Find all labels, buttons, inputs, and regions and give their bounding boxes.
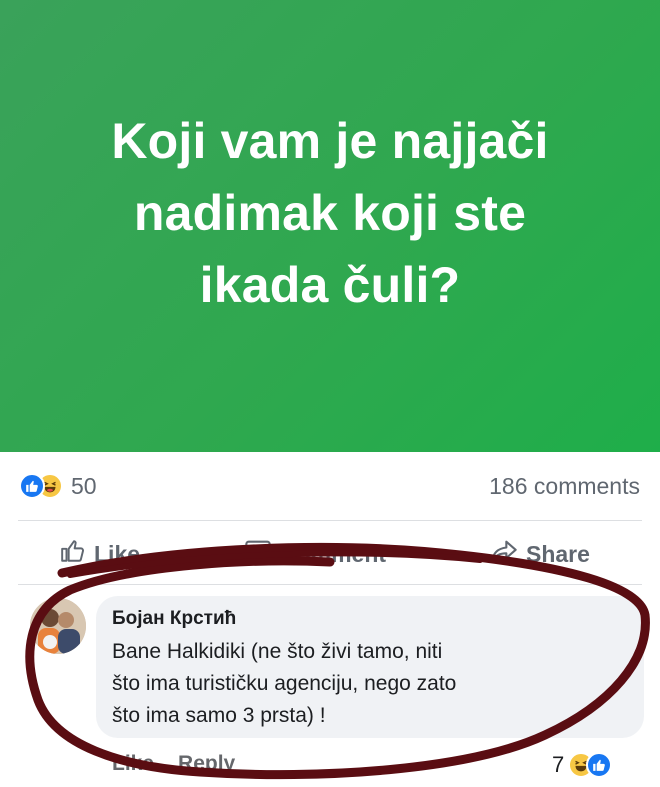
post-banner: Koji vam je najjači nadimak koji ste ika… — [0, 0, 660, 452]
comment-button[interactable]: Comment — [244, 537, 386, 571]
divider-bottom — [18, 584, 642, 585]
reaction-count[interactable]: 50 — [71, 473, 97, 500]
comments-count[interactable]: 186 comments — [489, 473, 640, 500]
reaction-summary[interactable]: 50 186 comments — [0, 466, 660, 506]
comment-reactions[interactable]: 7 — [552, 752, 613, 778]
like-button[interactable]: Like — [60, 538, 140, 570]
comment-author[interactable]: Бојан Крстић — [112, 606, 628, 632]
post-action-bar: Like Comment Share — [0, 534, 660, 574]
share-arrow-icon — [490, 537, 518, 571]
avatar[interactable] — [30, 598, 86, 654]
comment-reply-link[interactable]: Reply — [178, 752, 235, 776]
comment-reaction-count: 7 — [552, 752, 565, 777]
comment-button-label: Comment — [280, 540, 387, 567]
divider-top — [18, 520, 642, 521]
reaction-icons — [19, 473, 63, 499]
share-button[interactable]: Share — [490, 537, 590, 571]
like-reaction-icon — [19, 473, 45, 499]
comment-actions: Like Reply — [112, 752, 235, 776]
share-button-label: Share — [526, 540, 590, 567]
post-question: Koji vam je najjači nadimak koji ste ika… — [111, 113, 549, 313]
reaction-summary-left[interactable]: 50 — [19, 473, 97, 500]
comment-bubble: Бојан Крстић Bane Halkidiki (ne što živi… — [96, 596, 644, 738]
comment-like-link[interactable]: Like — [112, 752, 154, 776]
thumbs-up-icon — [60, 538, 86, 570]
comment-like-icon — [586, 752, 613, 778]
comment-text: Bane Halkidiki (ne što živi tamo, niti š… — [112, 640, 457, 727]
comment-bubble-icon — [244, 537, 272, 571]
like-button-label: Like — [94, 540, 141, 567]
